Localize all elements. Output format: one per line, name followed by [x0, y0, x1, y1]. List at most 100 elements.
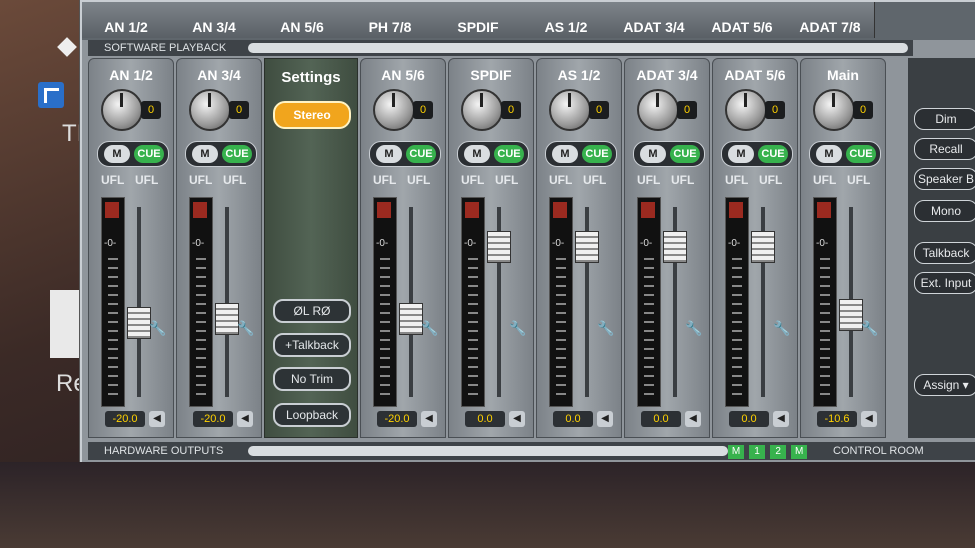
mute-cue-group: M CUE [633, 141, 705, 167]
fader-handle[interactable] [575, 231, 599, 263]
ext-input-button[interactable]: Ext. Input [914, 272, 975, 294]
hw-selector[interactable]: M [791, 445, 808, 459]
wrench-icon[interactable]: 🔧 [597, 319, 615, 337]
tab-adat-7-8[interactable]: ADAT 7/8 [786, 2, 875, 38]
wrench-icon[interactable]: 🔧 [237, 319, 255, 337]
meter-ticks [380, 258, 390, 398]
tab-an-3-4[interactable]: AN 3/4 [170, 2, 259, 38]
gain-knob[interactable] [101, 89, 143, 131]
hw-selector[interactable]: 2 [770, 445, 787, 459]
tab-adat-3-4[interactable]: ADAT 3/4 [610, 2, 699, 38]
channel-strip: SPDIF 0 M CUE UFL UFL -0- 🔧 0.0 ◀ [448, 58, 534, 438]
mute-button[interactable]: M [104, 145, 130, 163]
clip-indicator [377, 202, 391, 218]
gain-knob[interactable] [813, 89, 855, 131]
tab-adat-5-6[interactable]: ADAT 5/6 [698, 2, 787, 38]
cue-button[interactable]: CUE [846, 145, 876, 163]
channel-strip: ADAT 3/4 0 M CUE UFL UFL -0- 🔧 0.0 ◀ [624, 58, 710, 438]
cue-button[interactable]: CUE [134, 145, 164, 163]
fader-readout: -10.6 [817, 411, 857, 427]
loopback-button[interactable]: Loopback [273, 403, 351, 427]
fader-handle[interactable] [487, 231, 511, 263]
mute-button[interactable]: M [640, 145, 666, 163]
fader-readout: -20.0 [105, 411, 145, 427]
wrench-icon[interactable]: 🔧 [421, 319, 439, 337]
cue-button[interactable]: CUE [222, 145, 252, 163]
wrench-icon[interactable]: 🔧 [773, 319, 791, 337]
pan-arrow-icon[interactable]: ◀ [861, 411, 877, 427]
level-meter: -0- [373, 197, 397, 407]
fader-handle[interactable] [663, 231, 687, 263]
fader-handle[interactable] [839, 299, 863, 331]
wrench-icon[interactable]: 🔧 [509, 319, 527, 337]
mixer-window: AN 1/2 AN 3/4 AN 5/6 PH 7/8 SPDIF AS 1/2… [80, 0, 975, 466]
cue-button[interactable]: CUE [670, 145, 700, 163]
pan-arrow-icon[interactable]: ◀ [597, 411, 613, 427]
stereo-button[interactable]: Stereo [273, 101, 351, 129]
no-trim-button[interactable]: No Trim [273, 367, 351, 391]
pan-arrow-icon[interactable]: ◀ [421, 411, 437, 427]
cue-button[interactable]: CUE [582, 145, 612, 163]
mute-cue-group: M CUE [97, 141, 169, 167]
fader-handle[interactable] [751, 231, 775, 263]
wrench-icon[interactable]: 🔧 [149, 319, 167, 337]
assign-button[interactable]: Assign ▾ [914, 374, 975, 396]
gain-knob[interactable] [461, 89, 503, 131]
mute-button[interactable]: M [464, 145, 490, 163]
talkback-button[interactable]: +Talkback [273, 333, 351, 357]
tab-ph-7-8[interactable]: PH 7/8 [346, 2, 435, 38]
wrench-icon[interactable]: 🔧 [861, 319, 879, 337]
gain-knob[interactable] [189, 89, 231, 131]
fader-handle[interactable] [127, 307, 151, 339]
pan-arrow-icon[interactable]: ◀ [685, 411, 701, 427]
tab-spdif[interactable]: SPDIF [434, 2, 523, 38]
wrench-icon[interactable]: 🔧 [685, 319, 703, 337]
cue-button[interactable]: CUE [406, 145, 436, 163]
zero-mark: -0- [728, 238, 741, 249]
hardware-outputs-scrollbar[interactable] [248, 446, 728, 456]
hw-output-selectors: M 1 2 M [728, 442, 809, 460]
meter-ticks [820, 258, 830, 398]
level-meter: -0- [549, 197, 573, 407]
mute-button[interactable]: M [376, 145, 402, 163]
zero-mark: -0- [192, 238, 205, 249]
tab-an-1-2[interactable]: AN 1/2 [82, 2, 171, 38]
mute-button[interactable]: M [552, 145, 578, 163]
hw-selector[interactable]: M [728, 445, 744, 459]
hw-selector[interactable]: 1 [749, 445, 766, 459]
software-playback-scrollbar[interactable] [248, 43, 908, 53]
phase-button[interactable]: ØL RØ [273, 299, 351, 323]
fader-handle[interactable] [215, 303, 239, 335]
cue-button[interactable]: CUE [758, 145, 788, 163]
top-tabs: AN 1/2 AN 3/4 AN 5/6 PH 7/8 SPDIF AS 1/2… [82, 2, 975, 40]
tab-as-1-2[interactable]: AS 1/2 [522, 2, 611, 38]
mono-button[interactable]: Mono [914, 200, 975, 222]
meter-ticks [732, 258, 742, 398]
recall-button[interactable]: Recall [914, 138, 975, 160]
pan-arrow-icon[interactable]: ◀ [149, 411, 165, 427]
ufl-label: UFL [583, 173, 607, 187]
clip-indicator [193, 202, 207, 218]
gain-knob[interactable] [549, 89, 591, 131]
pan-arrow-icon[interactable]: ◀ [773, 411, 789, 427]
software-playback-bar: SOFTWARE PLAYBACK [88, 40, 913, 56]
tab-an-5-6[interactable]: AN 5/6 [258, 2, 347, 38]
cue-button[interactable]: CUE [494, 145, 524, 163]
shortcut-icon[interactable] [38, 82, 64, 108]
gain-knob[interactable] [637, 89, 679, 131]
channel-name: AS 1/2 [557, 67, 601, 83]
mute-button[interactable]: M [728, 145, 754, 163]
level-meter: -0- [725, 197, 749, 407]
pan-arrow-icon[interactable]: ◀ [509, 411, 525, 427]
gain-knob[interactable] [725, 89, 767, 131]
gain-knob[interactable] [373, 89, 415, 131]
mute-button[interactable]: M [192, 145, 218, 163]
fader-handle[interactable] [399, 303, 423, 335]
desktop-diamond-icon [57, 37, 77, 57]
pan-arrow-icon[interactable]: ◀ [237, 411, 253, 427]
talkback-button-right[interactable]: Talkback [914, 242, 975, 264]
dim-button[interactable]: Dim [914, 108, 975, 130]
mute-button[interactable]: M [816, 145, 842, 163]
speaker-b-button[interactable]: Speaker B [914, 168, 975, 190]
channel-name: Main [827, 67, 859, 83]
